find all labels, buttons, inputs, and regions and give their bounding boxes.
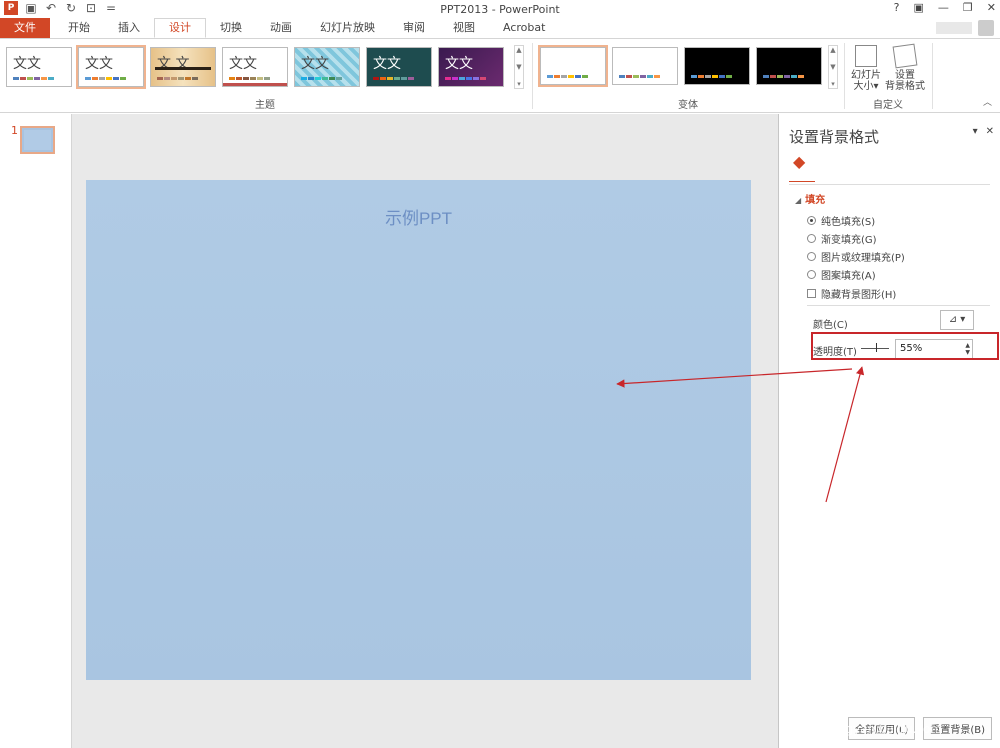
theme-label: 文文 — [373, 56, 401, 72]
theme-office[interactable]: 文文 — [6, 47, 72, 87]
slide-size-icon — [855, 45, 877, 67]
tab-file[interactable]: 文件 — [0, 18, 50, 38]
collapse-triangle-icon: ◢ — [795, 196, 802, 205]
pane-divider — [807, 305, 990, 306]
theme-ion[interactable]: 文文 — [294, 47, 360, 87]
ribbon-display-icon[interactable]: ▣ — [914, 1, 924, 14]
theme-label: 文文 — [445, 56, 473, 72]
tab-transitions[interactable]: 切换 — [206, 18, 256, 38]
theme-label: 文文 — [229, 56, 257, 72]
slide-title[interactable]: 示例PPT — [86, 204, 751, 229]
gradient-fill-option[interactable]: 渐变填充(G) — [807, 231, 877, 246]
theme-office-selected[interactable]: 文文 — [76, 45, 146, 89]
format-background-label-1: 设置 — [895, 70, 915, 81]
fill-section-header[interactable]: ◢ 填充 — [795, 191, 825, 206]
format-background-label-2: 背景格式 — [885, 81, 925, 92]
slide-thumbnail[interactable] — [20, 126, 55, 154]
variants-gallery — [538, 45, 822, 87]
slide-thumbnails-pane: 1 — [0, 114, 72, 748]
close-icon[interactable]: ✕ — [987, 1, 996, 14]
window-controls: ? ▣ — ❐ ✕ — [894, 1, 996, 14]
fill-paint-bucket-icon[interactable]: ◆ — [793, 152, 805, 171]
option-label: 渐变填充(G) — [821, 235, 877, 246]
slide-size-button[interactable]: 幻灯片大小▾ — [848, 45, 884, 92]
themes-label: 主题 — [255, 100, 275, 111]
theme-wisp[interactable]: 文 文 — [150, 47, 216, 87]
variant-4[interactable] — [756, 47, 822, 85]
radio[interactable] — [807, 270, 816, 279]
tab-animations[interactable]: 动画 — [256, 18, 306, 38]
format-background-pane: 设置背景格式 ▾ ✕ ◆ ◢ 填充 纯色填充(S) 渐变填充(G) 图片或纹理填充… — [778, 114, 1000, 748]
avatar[interactable] — [978, 20, 994, 36]
theme-facet[interactable]: 文文 — [222, 47, 288, 87]
themes-gallery: 文文 文文 文 文 文文 文文 文文 文文 — [6, 45, 504, 89]
color-label: 颜色(C) — [813, 320, 848, 331]
option-label: 图案填充(A) — [821, 271, 876, 282]
radio-selected[interactable] — [807, 216, 816, 225]
chevron-down-icon: ▾ — [873, 81, 879, 92]
themes-gallery-scroll[interactable]: ▲ ▼ ▾ — [514, 45, 524, 89]
tab-review[interactable]: 审阅 — [389, 18, 439, 38]
tab-slideshow[interactable]: 幻灯片放映 — [306, 18, 389, 38]
pane-title: 设置背景格式 — [789, 128, 880, 146]
restore-icon[interactable]: ❐ — [963, 1, 973, 14]
slide-number: 1 — [11, 124, 18, 137]
hide-bg-graphics-option[interactable]: 隐藏背景图形(H) — [807, 286, 896, 301]
window-title: PPT2013 - PowerPoint — [440, 3, 560, 16]
title-bar: P ▣ ↶ ↻ ⊡ = PPT2013 - PowerPoint ? ▣ — ❐… — [0, 0, 1000, 18]
watermark-logo: Bai 经验 — [795, 675, 942, 715]
radio[interactable] — [807, 234, 816, 243]
customize-group: 幻灯片大小▾ 设置 背景格式 自定义 — [846, 39, 930, 113]
fill-tab-indicator — [789, 172, 815, 182]
pattern-fill-option[interactable]: 图案填充(A) — [807, 267, 876, 282]
ribbon: 文文 文文 文 文 文文 文文 文文 文文 ▲ ▼ ▾ 主题 ▲ ▼ ▾ 变体 … — [0, 38, 1000, 113]
annotation-highlight-box — [811, 332, 999, 360]
help-icon[interactable]: ? — [894, 1, 900, 14]
watermark-url: jingyan.baidu.com — [831, 722, 942, 736]
theme-label: 文 文 — [157, 56, 190, 72]
pane-options-icon[interactable]: ▾ — [973, 126, 978, 137]
tab-home[interactable]: 开始 — [54, 18, 104, 38]
tab-insert[interactable]: 插入 — [104, 18, 154, 38]
themes-group: 文文 文文 文 文 文文 文文 文文 文文 ▲ ▼ ▾ 主题 — [0, 39, 530, 113]
fill-section-label: 填充 — [805, 195, 826, 206]
slide-canvas: 示例PPT — [72, 114, 778, 748]
option-label: 纯色填充(S) — [821, 217, 876, 228]
variant-2[interactable] — [612, 47, 678, 85]
customize-label: 自定义 — [873, 100, 903, 111]
format-background-icon — [892, 43, 918, 69]
variant-3[interactable] — [684, 47, 750, 85]
theme-label: 文文 — [13, 56, 41, 72]
pane-close-icon[interactable]: ✕ — [986, 126, 994, 137]
option-label: 隐藏背景图形(H) — [821, 290, 897, 301]
theme-label: 文文 — [301, 56, 329, 72]
color-picker-button[interactable]: ⊿ ▾ — [940, 310, 974, 330]
option-label: 图片或纹理填充(P) — [821, 253, 905, 264]
variants-gallery-scroll[interactable]: ▲ ▼ ▾ — [828, 45, 838, 89]
tab-acrobat[interactable]: Acrobat — [489, 18, 559, 38]
variants-label: 变体 — [678, 100, 698, 111]
tab-view[interactable]: 视图 — [439, 18, 489, 38]
solid-fill-option[interactable]: 纯色填充(S) — [807, 213, 875, 228]
theme-label: 文文 — [85, 56, 113, 72]
ribbon-divider — [844, 43, 845, 109]
picture-fill-option[interactable]: 图片或纹理填充(P) — [807, 249, 905, 264]
collapse-ribbon-icon[interactable]: ︿ — [983, 95, 992, 108]
minimize-icon[interactable]: — — [938, 1, 949, 14]
variant-1[interactable] — [538, 45, 608, 87]
ribbon-divider — [532, 43, 533, 109]
variants-group: ▲ ▼ ▾ 变体 — [534, 39, 842, 113]
slide[interactable]: 示例PPT — [86, 180, 751, 680]
ribbon-divider — [932, 43, 933, 109]
user-name — [936, 22, 972, 34]
theme-retrospect[interactable]: 文文 — [438, 47, 504, 87]
theme-ion-boardroom[interactable]: 文文 — [366, 47, 432, 87]
checkbox[interactable] — [807, 289, 816, 298]
radio[interactable] — [807, 252, 816, 261]
user-account[interactable] — [936, 20, 994, 36]
tab-design[interactable]: 设计 — [154, 18, 206, 38]
pane-divider — [789, 184, 990, 185]
format-background-button[interactable]: 设置 背景格式 — [884, 43, 926, 92]
ribbon-tabs: 文件 开始 插入 设计 切换 动画 幻灯片放映 审阅 视图 Acrobat — [0, 18, 1000, 38]
